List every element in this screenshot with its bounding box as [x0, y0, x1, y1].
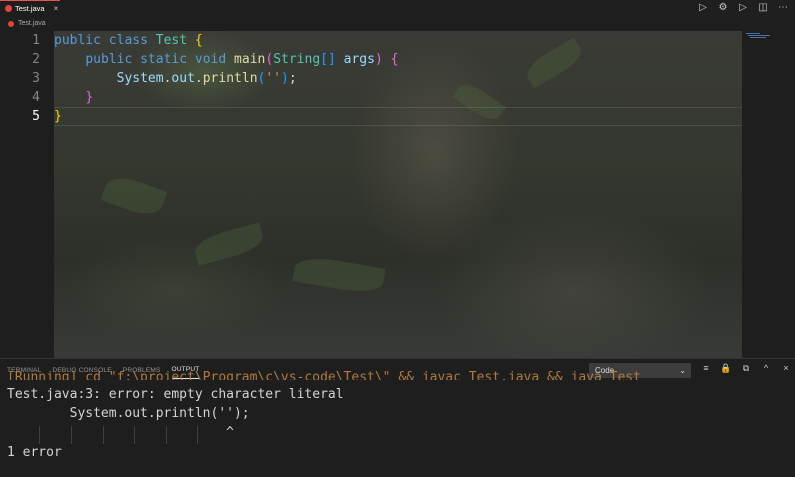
- indent-guide: [71, 426, 72, 444]
- code-token: println: [202, 71, 258, 86]
- code-token: public: [54, 33, 101, 48]
- lock-icon[interactable]: 🔒: [720, 363, 732, 374]
- code-token: static: [140, 52, 188, 67]
- line-number: 2: [32, 52, 40, 67]
- line-number-active: 5: [32, 109, 40, 124]
- code-token: ;: [288, 71, 297, 86]
- code-token: String: [273, 52, 321, 67]
- maximize-panel-icon[interactable]: ^: [760, 363, 772, 374]
- line-number: 4: [32, 90, 40, 105]
- code-line[interactable]: }: [54, 90, 93, 105]
- word-wrap-icon[interactable]: ≡: [700, 363, 712, 374]
- editor-tab-bar: Test.java × ▷ ⚙ ▷ ◫ ⋯: [0, 0, 795, 16]
- code-token: System: [116, 71, 164, 86]
- code-token: public: [85, 52, 133, 67]
- indent-guide: [197, 426, 198, 444]
- editor-actions: ▷ ⚙ ▷ ◫ ⋯: [697, 1, 789, 15]
- chevron-down-icon: ⌄: [679, 366, 686, 375]
- code-token: Test: [155, 33, 188, 48]
- code-line[interactable]: public class Test {: [54, 33, 203, 48]
- code-line[interactable]: public static void main(String[] args) {: [54, 52, 398, 67]
- code-token: ): [281, 71, 289, 86]
- panel-actions: ≡ 🔒 ⧉ ^ ×: [700, 363, 792, 374]
- indent-guide: [134, 426, 135, 444]
- output-caret-line: ^: [7, 425, 234, 440]
- code-token: '': [265, 71, 282, 86]
- indent-guide: [39, 426, 40, 444]
- code-token: {: [390, 52, 399, 67]
- tab-label: Test.java: [15, 4, 45, 13]
- error-dot-icon: [5, 5, 12, 12]
- code-token: args: [343, 52, 375, 67]
- run-icon[interactable]: ▷: [697, 1, 709, 15]
- indent-guide: [103, 426, 104, 444]
- code-token: out: [171, 71, 195, 86]
- code-token: .: [194, 71, 203, 86]
- line-number: 3: [32, 71, 40, 86]
- clear-output-icon[interactable]: ⧉: [740, 363, 752, 374]
- output-error-count: 1 error: [7, 445, 62, 460]
- code-line[interactable]: }: [54, 109, 62, 124]
- code-line[interactable]: System.out.println('');: [54, 71, 297, 86]
- run-code-icon[interactable]: ▷: [737, 1, 749, 15]
- breadcrumb: Test.java: [0, 16, 795, 31]
- code-token: (: [265, 52, 274, 67]
- indent-guide: [166, 426, 167, 444]
- output-run-command: [Running] cd "f:\project\Program\c\vs-co…: [7, 370, 641, 380]
- code-token: []: [320, 52, 336, 67]
- line-number: 1: [32, 33, 40, 48]
- breadcrumb-file[interactable]: Test.java: [18, 20, 46, 27]
- code-token: void: [194, 52, 227, 67]
- split-editor-icon[interactable]: ◫: [757, 1, 769, 15]
- more-icon[interactable]: ⋯: [777, 1, 789, 15]
- close-icon[interactable]: ×: [54, 4, 59, 13]
- code-token: {: [194, 33, 203, 48]
- tab-test-java[interactable]: Test.java ×: [0, 0, 60, 16]
- code-editor[interactable]: 1 2 3 4 5 public class Test { public sta…: [0, 31, 795, 358]
- current-line-highlight: [54, 107, 742, 126]
- code-token: }: [85, 90, 94, 105]
- debug-icon[interactable]: ⚙: [717, 1, 729, 15]
- code-token: class: [108, 33, 148, 48]
- code-token: ): [374, 52, 383, 67]
- code-token: }: [54, 109, 62, 124]
- output-error-line: Test.java:3: error: empty character lite…: [7, 387, 344, 402]
- code-token: main: [234, 52, 266, 67]
- line-number-gutter: 1 2 3 4 5: [0, 31, 54, 358]
- output-source-line: System.out.println('');: [7, 406, 250, 421]
- close-panel-icon[interactable]: ×: [780, 363, 792, 374]
- minimap[interactable]: [742, 31, 795, 358]
- java-file-icon: [8, 20, 14, 27]
